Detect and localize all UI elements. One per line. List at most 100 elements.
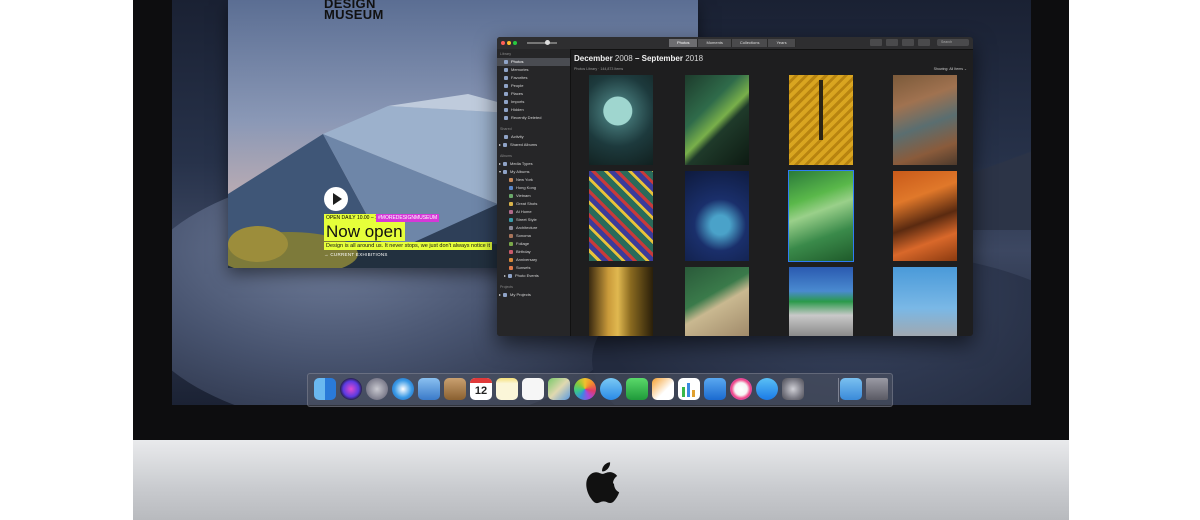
view-tabs: Photos Moments Collections Years — [669, 39, 796, 47]
photo-thumbnail[interactable] — [589, 267, 653, 336]
photo-thumbnail[interactable] — [893, 75, 957, 165]
downloads-folder-icon[interactable] — [840, 378, 862, 400]
info-button[interactable] — [870, 39, 882, 46]
sidebar-label: Shared Albums — [510, 142, 538, 147]
safari-icon[interactable] — [392, 378, 414, 400]
shadow-figure — [819, 80, 823, 140]
rotate-button[interactable] — [918, 39, 930, 46]
sidebar-label: People — [511, 83, 524, 88]
album-thumb-icon — [509, 217, 513, 222]
sidebar-item-album[interactable]: Street Style — [497, 216, 570, 224]
sidebar-item-album[interactable]: Vietnam — [497, 192, 570, 200]
close-button[interactable] — [501, 41, 505, 45]
mail-icon[interactable] — [418, 378, 440, 400]
sidebar-label: Hong Kong — [516, 185, 537, 190]
share-button[interactable] — [886, 39, 898, 46]
library-item-count: Photos Library · 144,873 Items — [574, 67, 624, 71]
album-thumb-icon — [509, 241, 513, 246]
sidebar-item-hidden[interactable]: Hidden — [497, 106, 570, 114]
museum-logo[interactable]: DESIGN MUSEUM — [324, 0, 384, 21]
facetime-icon[interactable] — [626, 378, 648, 400]
sidebar-item-people[interactable]: People — [497, 82, 570, 90]
sidebar-item-favorites[interactable]: Favorites — [497, 74, 570, 82]
photos-icon[interactable] — [574, 378, 596, 400]
sidebar-item-places[interactable]: Places — [497, 90, 570, 98]
photo-thumbnail[interactable] — [685, 75, 749, 165]
sidebar-item-album[interactable]: New York — [497, 176, 570, 184]
photo-thumbnail[interactable] — [789, 267, 853, 336]
sidebar-item-album[interactable]: Sunsets — [497, 264, 570, 272]
reminders-icon[interactable] — [522, 378, 544, 400]
album-thumb-icon — [509, 257, 513, 262]
sidebar-label: Sonoma — [516, 233, 531, 238]
notes-icon[interactable] — [496, 378, 518, 400]
tab-collections[interactable]: Collections — [731, 39, 769, 47]
sidebar-item-my-albums[interactable]: ▾ My Albums — [497, 168, 570, 176]
photo-thumbnail[interactable] — [685, 267, 749, 336]
minimize-button[interactable] — [507, 41, 511, 45]
album-thumb-icon — [509, 249, 513, 254]
photo-thumbnail[interactable] — [685, 171, 749, 261]
sidebar-item-album[interactable]: Architecture — [497, 224, 570, 232]
tab-moments[interactable]: Moments — [698, 39, 732, 47]
showing-filter[interactable]: Showing: All Items ⌄ — [934, 67, 967, 71]
sidebar-item-media-types[interactable]: ▸ Media Types — [497, 160, 570, 168]
numbers-icon[interactable] — [678, 378, 700, 400]
calendar-icon[interactable]: 12 — [470, 378, 492, 400]
sidebar-item-photos[interactable]: Photos — [497, 58, 570, 66]
launchpad-icon[interactable] — [366, 378, 388, 400]
sidebar-item-album[interactable]: Anniversary — [497, 256, 570, 264]
sidebar-label: My Projects — [510, 292, 531, 297]
pages-icon[interactable] — [652, 378, 674, 400]
zoom-button[interactable] — [513, 41, 517, 45]
sidebar-item-imports[interactable]: Imports — [497, 98, 570, 106]
tab-photos[interactable]: Photos — [669, 39, 699, 47]
sidebar-item-shared-albums[interactable]: ▸ Shared Albums — [497, 141, 570, 149]
album-thumb-icon — [509, 265, 513, 270]
messages-icon[interactable] — [600, 378, 622, 400]
album-thumb-icon — [509, 185, 513, 190]
photo-thumbnail-selected[interactable] — [788, 170, 854, 262]
sidebar-label: Birthday — [516, 249, 531, 254]
album-thumb-icon — [509, 233, 513, 238]
sidebar-item-album[interactable]: Birthday — [497, 248, 570, 256]
import-icon — [504, 99, 508, 104]
sidebar-item-memories[interactable]: Memories — [497, 66, 570, 74]
sidebar-item-album[interactable]: Sonoma — [497, 232, 570, 240]
sidebar-item-photo-events[interactable]: ▸ Photo Events — [497, 272, 570, 280]
play-icon[interactable] — [324, 187, 348, 211]
sidebar-label: Foliage — [516, 241, 530, 246]
folder-icon — [503, 161, 507, 166]
tab-years[interactable]: Years — [768, 39, 796, 47]
thumbnail-size-slider[interactable] — [527, 40, 557, 45]
subline: Design is all around us. It never stops,… — [324, 242, 492, 250]
current-exhibitions-link[interactable]: → CURRENT EXHIBITIONS — [324, 252, 388, 257]
trash-icon[interactable] — [866, 378, 888, 400]
sidebar-item-recently-deleted[interactable]: Recently Deleted — [497, 114, 570, 122]
sidebar-item-album[interactable]: Hong Kong — [497, 184, 570, 192]
keynote-icon[interactable] — [704, 378, 726, 400]
photo-thumbnail[interactable] — [893, 267, 957, 336]
system-preferences-icon[interactable] — [782, 378, 804, 400]
search-input[interactable]: Search — [937, 39, 969, 46]
sidebar-item-my-projects[interactable]: ▸ My Projects — [497, 291, 570, 299]
sidebar-label: New York — [516, 177, 533, 182]
photo-thumbnail[interactable] — [893, 171, 957, 261]
siri-icon[interactable] — [340, 378, 362, 400]
sidebar-item-album[interactable]: Great Shots — [497, 200, 570, 208]
app-store-icon[interactable] — [756, 378, 778, 400]
photos-app-window[interactable]: Photos Moments Collections Years Search … — [497, 37, 973, 336]
contacts-icon[interactable] — [444, 378, 466, 400]
photo-thumbnail[interactable] — [589, 75, 653, 165]
finder-icon[interactable] — [314, 378, 336, 400]
maps-icon[interactable] — [548, 378, 570, 400]
hashtag-tag[interactable]: #MOREDESIGNMUSEUM — [376, 214, 440, 222]
sidebar-item-album[interactable]: At Home — [497, 208, 570, 216]
sidebar-item-album[interactable]: Foliage — [497, 240, 570, 248]
favorite-button[interactable] — [902, 39, 914, 46]
itunes-icon[interactable] — [730, 378, 752, 400]
sidebar-item-activity[interactable]: Activity — [497, 133, 570, 141]
photo-thumbnail[interactable] — [789, 75, 853, 165]
slider-knob[interactable] — [545, 40, 550, 45]
photo-thumbnail[interactable] — [589, 171, 653, 261]
